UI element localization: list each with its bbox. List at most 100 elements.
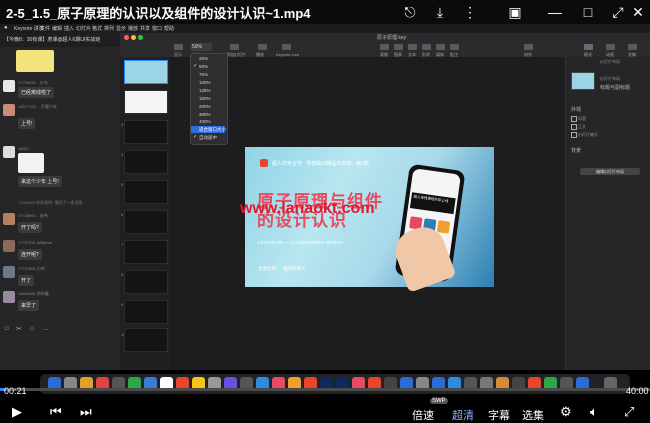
download-icon[interactable]: ⤓	[430, 2, 450, 22]
share-icon[interactable]: ⎋	[400, 2, 420, 22]
slide-thumbnail[interactable]	[124, 300, 168, 324]
slide-thumbnail[interactable]	[124, 328, 168, 352]
watermark: www.lanaokt.com	[240, 200, 375, 217]
animate-button[interactable]	[606, 44, 615, 50]
slide-thumbnail[interactable]	[124, 120, 168, 144]
edit-layout-button[interactable]: 编辑幻灯片布局	[580, 168, 640, 175]
menu-play[interactable]: 播放	[128, 25, 138, 32]
apple-icon[interactable]: ●	[4, 25, 8, 31]
collaborate-button[interactable]	[524, 44, 533, 50]
format-button[interactable]	[584, 44, 593, 50]
layout-thumbnail[interactable]	[571, 72, 595, 90]
window-close-icon[interactable]	[124, 35, 129, 40]
quality-button[interactable]: 超清	[452, 407, 474, 423]
media-button[interactable]	[436, 44, 445, 50]
chat-sender: 17729431…小乌	[18, 80, 48, 85]
zoom-option[interactable]: 75%	[199, 72, 208, 77]
slide-thumbnail[interactable]	[124, 210, 168, 234]
play-icon[interactable]: ▶	[12, 404, 22, 420]
slide-number: 6	[121, 212, 124, 217]
menu-view[interactable]: 显示	[116, 25, 126, 32]
document-button[interactable]	[628, 44, 637, 50]
zoom-option[interactable]: 125%	[199, 88, 211, 93]
folder-icon[interactable]: ⌂	[30, 325, 34, 332]
zoom-option[interactable]: 150%	[199, 96, 211, 101]
menu-edit[interactable]: 编辑	[52, 25, 62, 32]
slide-thumbnail[interactable]	[124, 60, 168, 84]
menu-help[interactable]: 帮助	[164, 25, 174, 32]
menu-format[interactable]: 格式	[92, 25, 102, 32]
checkmark-icon: ✓	[193, 134, 198, 140]
chat-sender: 16567…	[18, 146, 34, 151]
fullscreen-icon[interactable]: ⤢	[608, 2, 628, 22]
slide-thumbnail[interactable]	[124, 270, 168, 294]
chart-button[interactable]	[394, 44, 403, 50]
play-button[interactable]	[258, 44, 267, 50]
previous-icon[interactable]: ⏮	[50, 404, 62, 420]
view-button[interactable]	[174, 44, 183, 50]
scissors-icon[interactable]: ✂	[16, 325, 22, 333]
next-icon[interactable]: ⏭	[80, 404, 92, 420]
teacher-label: 主讲老师：	[258, 266, 281, 271]
chat-message: 上号!	[18, 118, 36, 129]
fullscreen-icon[interactable]: ⤢	[624, 404, 634, 420]
comment-button[interactable]	[450, 44, 459, 50]
menu-insert[interactable]: 插入	[64, 25, 74, 32]
window-minimize-icon[interactable]	[131, 35, 136, 40]
slide-thumbnail[interactable]	[124, 180, 168, 204]
slide-thumbnail[interactable]	[124, 150, 168, 174]
teacher-name: 酷狗不超人	[283, 266, 307, 271]
chat-message: 已经离线啦了	[18, 87, 55, 98]
subtitles-button[interactable]: 字幕	[488, 407, 510, 423]
zoom-option[interactable]: 25%	[199, 56, 208, 61]
slide-number-checkbox-label: 幻灯片编号	[578, 132, 598, 137]
slide-thumbnail[interactable]	[124, 240, 168, 264]
body-checkbox[interactable]	[571, 124, 577, 130]
table-button[interactable]	[380, 44, 389, 50]
title-checkbox[interactable]	[571, 116, 577, 122]
close-icon[interactable]: ✕	[628, 2, 648, 22]
pip-icon[interactable]: ▣	[505, 2, 525, 22]
zoom-option[interactable]: 50%	[199, 64, 208, 69]
zoom-option[interactable]: 400%	[199, 119, 211, 124]
slide-number-checkbox[interactable]	[571, 132, 577, 138]
shape-button[interactable]	[422, 44, 431, 50]
inspector-tab-title[interactable]: 幻灯片布局	[600, 59, 620, 65]
document-title: 原子原理.key	[377, 35, 407, 41]
keynote-live-button[interactable]	[282, 44, 291, 50]
more-dots-icon[interactable]: …	[42, 325, 49, 332]
avatar	[3, 80, 15, 92]
progress-track[interactable]	[0, 388, 650, 391]
add-slide-button[interactable]	[230, 44, 239, 50]
menu-share[interactable]: 共享	[140, 25, 150, 32]
volume-icon[interactable]: 🔈︎	[590, 404, 598, 420]
settings-icon[interactable]: ⚙	[560, 404, 572, 420]
player-controls	[0, 396, 650, 420]
menu-window[interactable]: 窗口	[152, 25, 162, 32]
zoom-option[interactable]: 300%	[199, 112, 211, 117]
episodes-button[interactable]: 选集	[522, 407, 544, 423]
chat-message: 连开呢?	[18, 249, 42, 260]
menu-arrange[interactable]: 排列	[104, 25, 114, 32]
zoom-select[interactable]: 50%	[190, 43, 212, 51]
maximize-icon[interactable]: □	[578, 2, 598, 22]
menu-file[interactable]: 文件	[40, 25, 50, 32]
minimize-icon[interactable]: —	[545, 2, 565, 22]
zoom-option-fit[interactable]: 适合窗口大小	[199, 127, 226, 133]
slide-thumbnail[interactable]	[124, 90, 168, 114]
chat-message: 开了吗?	[18, 222, 42, 233]
avatar	[3, 146, 15, 158]
zoom-option[interactable]: 200%	[199, 104, 211, 109]
logo-icon	[260, 159, 268, 167]
layout-name[interactable]: 标题与副标题	[600, 84, 630, 91]
slide-teacher: 主讲老师： 酷狗不超人	[258, 266, 306, 272]
more-icon[interactable]: ⋮	[460, 2, 480, 22]
emoji-icon[interactable]: ☺	[3, 325, 10, 332]
speed-button[interactable]: 倍速	[412, 407, 434, 423]
zoom-option-center[interactable]: 自动居中	[199, 135, 217, 141]
text-button[interactable]	[408, 44, 417, 50]
zoom-option[interactable]: 100%	[199, 80, 211, 85]
window-zoom-icon[interactable]	[138, 35, 143, 40]
slide-header: 超人的专业学 · 零基础UI精品实战班 · 第6期	[272, 161, 369, 167]
menu-slide[interactable]: 幻灯片	[76, 25, 91, 32]
